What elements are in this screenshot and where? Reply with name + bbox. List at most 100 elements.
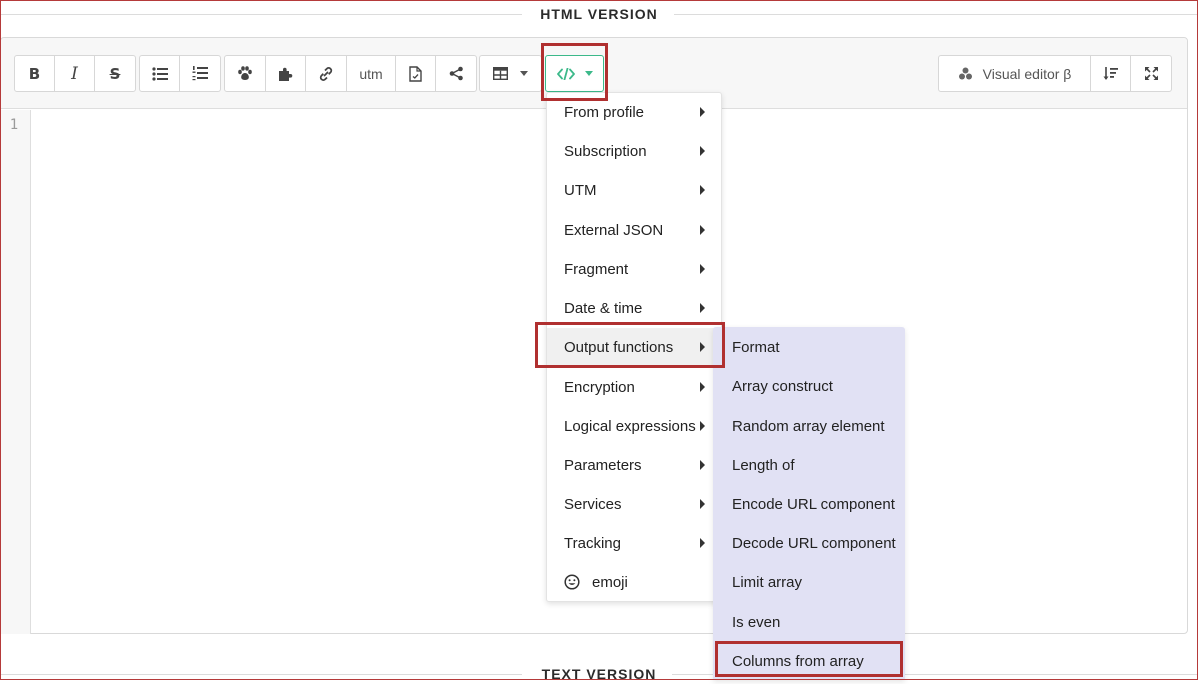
menu-item-from-profile[interactable]: From profile [547, 93, 722, 131]
share-icon [449, 66, 463, 81]
caret-right-icon [700, 460, 705, 470]
caret-right-icon [700, 107, 705, 117]
line-gutter: 1 [1, 110, 31, 634]
utm-button[interactable]: utm [347, 56, 396, 91]
html-version-title: HTML VERSION [0, 4, 1198, 24]
sort-icon [1103, 66, 1118, 80]
submenu-item-label: Length of [732, 456, 795, 474]
table-dropdown-button[interactable] [480, 56, 541, 91]
menu-item-label: emoji [592, 573, 628, 591]
menu-item-services[interactable]: Services [547, 485, 722, 523]
caret-right-icon [700, 342, 705, 352]
menu-item-label: Fragment [564, 260, 629, 278]
expand-icon [1144, 67, 1158, 80]
fullscreen-button[interactable] [1131, 56, 1171, 91]
caret-down-icon [584, 71, 593, 76]
caret-right-icon [700, 146, 705, 156]
output-functions-submenu: Format Array construct Random array elem… [713, 327, 905, 680]
paw-icon [238, 66, 252, 80]
strikethrough-icon: S [109, 64, 121, 83]
submenu-item-label: Encode URL component [732, 495, 895, 513]
menu-item-logical-expressions[interactable]: Logical expressions [547, 407, 722, 445]
html-version-heading: HTML VERSION [0, 4, 1198, 24]
menu-item-label: Date & time [564, 299, 643, 317]
submenu-item-random-array-element[interactable]: Random array element [713, 407, 905, 445]
submenu-item-format[interactable]: Format [713, 328, 905, 366]
submenu-item-is-even[interactable]: Is even [713, 603, 905, 641]
menu-item-fragment[interactable]: Fragment [547, 250, 722, 288]
menu-item-label: From profile [564, 103, 645, 121]
menu-item-output-functions[interactable]: Output functions [547, 328, 722, 366]
menu-item-label: Parameters [564, 456, 642, 474]
table-group [479, 55, 542, 92]
visual-editor-label: Visual editor β [982, 65, 1072, 82]
caret-down-icon [520, 71, 528, 76]
caret-right-icon [700, 421, 705, 431]
puzzle-icon [279, 67, 293, 81]
list-group [139, 55, 221, 92]
caret-right-icon [700, 499, 705, 509]
submenu-item-label: Array construct [732, 377, 833, 395]
insert-group: utm [224, 55, 477, 92]
menu-item-label: Output functions [564, 338, 674, 356]
menu-item-subscription[interactable]: Subscription [547, 132, 722, 170]
file-button[interactable] [396, 56, 436, 91]
numbered-list-icon [192, 66, 208, 81]
utm-label: utm [359, 65, 383, 82]
menu-item-tracking[interactable]: Tracking [547, 524, 722, 562]
submenu-item-decode-url-component[interactable]: Decode URL component [713, 524, 905, 562]
share-button[interactable] [436, 56, 476, 91]
link-button[interactable] [306, 56, 347, 91]
menu-item-label: Services [564, 495, 622, 513]
menu-item-date-time[interactable]: Date & time [547, 289, 722, 327]
menu-item-utm[interactable]: UTM [547, 171, 722, 209]
menu-item-encryption[interactable]: Encryption [547, 368, 722, 406]
insert-variable-menu: From profile Subscription UTM External J… [546, 92, 722, 602]
menu-item-label: Subscription [564, 142, 647, 160]
submenu-item-columns-from-array[interactable]: Columns from array [713, 642, 905, 680]
menu-item-label: Encryption [564, 378, 635, 396]
submenu-item-label: Is even [732, 613, 781, 631]
submenu-item-label: Random array element [732, 417, 885, 435]
puzzle-button[interactable] [266, 56, 306, 91]
view-group: Visual editor β [938, 55, 1172, 92]
caret-right-icon [700, 382, 705, 392]
caret-right-icon [700, 225, 705, 235]
numbered-list-button[interactable] [180, 56, 220, 91]
submenu-item-encode-url-component[interactable]: Encode URL component [713, 485, 905, 523]
caret-right-icon [700, 538, 705, 548]
line-number: 1 [9, 117, 19, 133]
submenu-item-limit-array[interactable]: Limit array [713, 563, 905, 601]
bullet-list-button[interactable] [140, 56, 180, 91]
bullet-list-icon [151, 66, 168, 81]
caret-right-icon [700, 185, 705, 195]
bold-button[interactable]: B [15, 56, 55, 91]
table-icon [493, 67, 508, 80]
submenu-item-label: Format [732, 338, 780, 356]
strikethrough-button[interactable]: S [95, 56, 135, 91]
smiley-icon [564, 574, 580, 590]
visual-editor-button[interactable]: Visual editor β [939, 56, 1091, 91]
submenu-item-length-of[interactable]: Length of [713, 446, 905, 484]
submenu-item-label: Columns from array [732, 652, 864, 670]
caret-right-icon [700, 303, 705, 313]
code-icon [556, 67, 575, 80]
menu-item-emoji[interactable]: emoji [547, 563, 722, 601]
menu-item-label: Logical expressions [564, 417, 696, 435]
menu-item-parameters[interactable]: Parameters [547, 446, 722, 484]
italic-button[interactable]: I [55, 56, 95, 91]
link-icon [319, 66, 333, 81]
italic-icon: I [71, 63, 78, 84]
menu-item-label: UTM [564, 181, 597, 199]
menu-item-label: Tracking [564, 534, 621, 552]
shapes-icon [958, 67, 972, 80]
submenu-item-array-construct[interactable]: Array construct [713, 367, 905, 405]
submenu-item-label: Limit array [732, 573, 803, 591]
menu-item-external-json[interactable]: External JSON [547, 211, 722, 249]
submenu-item-label: Decode URL component [732, 534, 896, 552]
paw-button[interactable] [225, 56, 266, 91]
insert-code-dropdown-button[interactable] [545, 55, 604, 92]
bold-icon: B [28, 64, 41, 83]
caret-right-icon [700, 264, 705, 274]
sort-button[interactable] [1091, 56, 1131, 91]
